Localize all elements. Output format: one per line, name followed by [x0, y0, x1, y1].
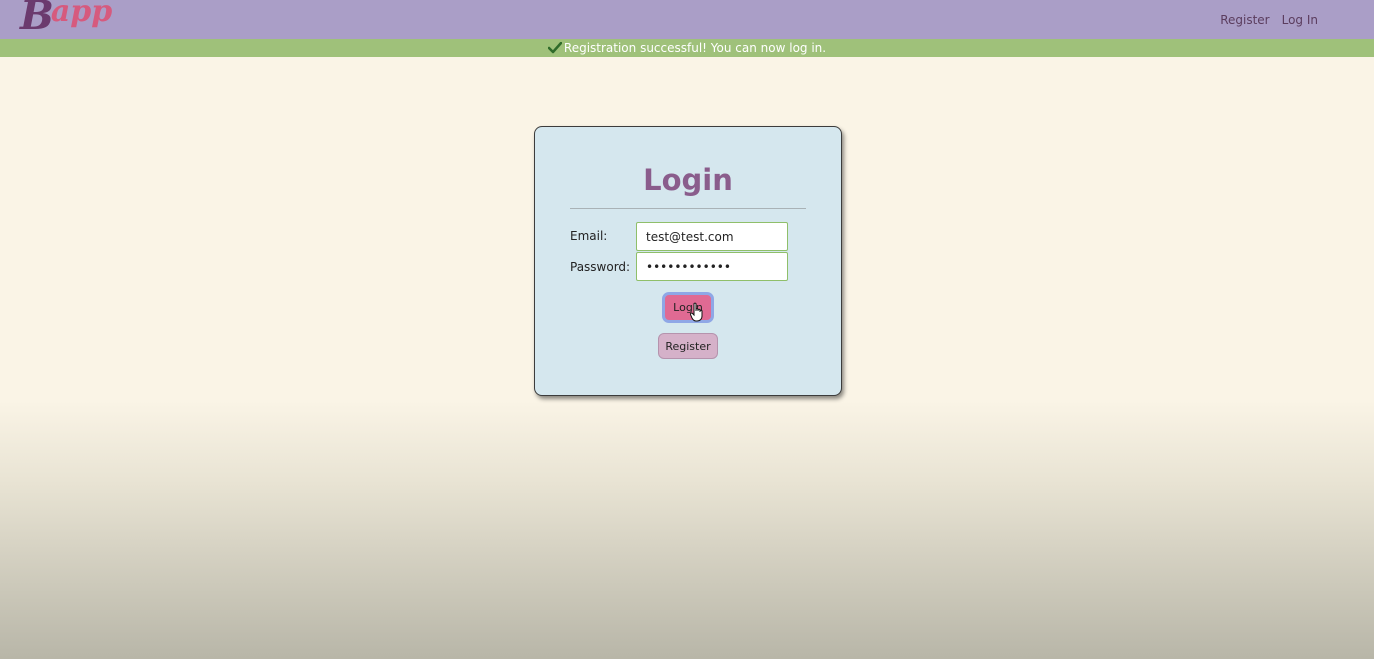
password-field[interactable]	[636, 252, 788, 281]
checkmark-icon	[547, 42, 562, 54]
hand-cursor-icon	[690, 302, 703, 322]
email-label: Email:	[570, 229, 608, 243]
email-field[interactable]	[636, 222, 788, 251]
password-label: Password:	[570, 260, 631, 274]
logo-letter: B	[20, 0, 54, 39]
nav-register-link[interactable]: Register	[1220, 13, 1269, 27]
flash-message: Registration successful! You can now log…	[0, 39, 1374, 57]
register-button[interactable]: Register	[658, 333, 718, 359]
login-button[interactable]: Login	[662, 292, 714, 323]
logo-text: app	[50, 0, 113, 29]
title-divider	[570, 208, 806, 209]
login-card: Login Email: Password: Login Register	[534, 126, 842, 396]
nav-links: Register Log In	[1220, 13, 1318, 27]
login-title: Login	[643, 163, 733, 197]
logo[interactable]: Bapp	[20, 0, 115, 36]
nav-login-link[interactable]: Log In	[1282, 13, 1318, 27]
navbar: Bapp Register Log In	[0, 0, 1374, 39]
flash-text: Registration successful! You can now log…	[563, 41, 827, 55]
